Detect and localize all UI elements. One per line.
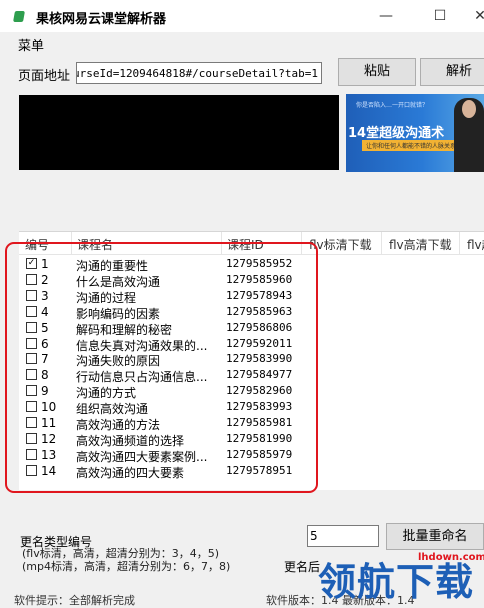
- window-title: 果核网易云课堂解析器: [36, 12, 167, 27]
- header-separator: [381, 232, 382, 254]
- close-button[interactable]: ✕: [470, 6, 484, 26]
- highlight-box: [5, 242, 318, 493]
- paste-button[interactable]: 粘贴: [338, 58, 416, 86]
- presenter-face: [462, 100, 476, 118]
- watermark-url: lhdown.com: [418, 552, 484, 563]
- url-value: m?courseId=1209464818#/courseDetail?tab=…: [77, 67, 318, 80]
- rename-type-input[interactable]: 5: [307, 525, 379, 547]
- minimize-button[interactable]: —: [376, 6, 396, 26]
- header-separator: [459, 232, 460, 254]
- menu-item[interactable]: 菜单: [18, 35, 44, 54]
- banner-subtitle: 让你和任何人都能不错的人脉关系: [362, 140, 461, 151]
- title-bar: 果核网易云课堂解析器 — ☐ ✕: [0, 0, 484, 32]
- course-banner: 你是否陷入…一开口就错？ 14堂超级沟通术 让你和任何人都能不错的人脉关系: [346, 94, 484, 172]
- banner-top-text: 你是否陷入…一开口就错？: [356, 102, 429, 109]
- mp4-hint: (mp4标清，高清，超清分别为：6，7，8): [22, 560, 231, 573]
- app-logo-icon: [13, 11, 25, 22]
- url-label: 页面地址: [18, 69, 71, 84]
- batch-rename-button[interactable]: 批量重命名: [386, 523, 484, 550]
- header-flv-hd[interactable]: flv高清下载: [389, 236, 452, 253]
- banner-title: 14堂超级沟通术: [348, 126, 445, 141]
- rename-after-label: 更名后: [284, 560, 321, 574]
- url-input[interactable]: m?courseId=1209464818#/courseDetail?tab=…: [76, 62, 322, 84]
- header-flv-sd[interactable]: flv标清下载: [309, 236, 372, 253]
- video-preview: [19, 95, 339, 170]
- parse-button[interactable]: 解析: [420, 58, 484, 86]
- header-flv-uhd[interactable]: flv超: [467, 236, 484, 253]
- maximize-button[interactable]: ☐: [430, 6, 450, 26]
- menu-bar: 菜单: [0, 32, 484, 54]
